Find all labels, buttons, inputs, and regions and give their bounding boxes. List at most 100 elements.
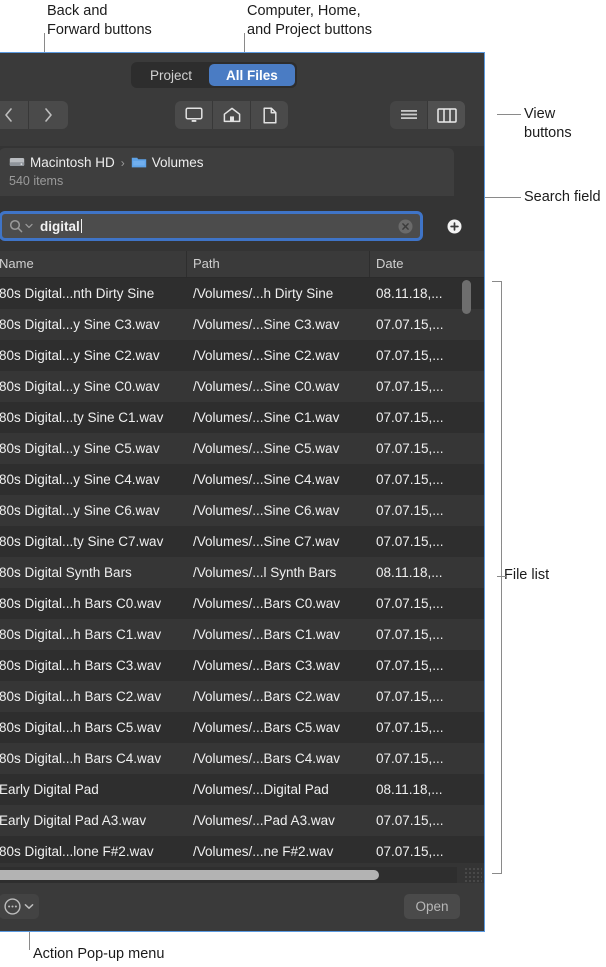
table-row[interactable]: Early Digital Pad/Volumes/...Digital Pad… xyxy=(0,774,484,805)
table-row[interactable]: Early Digital Pad A3.wav/Volumes/...Pad … xyxy=(0,805,484,836)
table-row[interactable]: 80s Digital...y Sine C6.wav/Volumes/...S… xyxy=(0,495,484,526)
forward-button[interactable] xyxy=(28,101,68,129)
horizontal-scrollbar[interactable] xyxy=(0,867,457,883)
cell-date: 07.07.15,... xyxy=(376,689,444,704)
project-button[interactable] xyxy=(250,101,288,129)
cell-name: 80s Digital...h Bars C2.wav xyxy=(0,689,162,704)
table-row[interactable]: 80s Digital...y Sine C5.wav/Volumes/...S… xyxy=(0,433,484,464)
table-row[interactable]: 80s Digital...y Sine C3.wav/Volumes/...S… xyxy=(0,309,484,340)
vertical-scrollbar-thumb[interactable] xyxy=(462,280,471,314)
horizontal-scrollbar-thumb[interactable] xyxy=(0,870,379,880)
column-header-name[interactable]: Name xyxy=(0,256,34,271)
cell-path: /Volumes/...l Synth Bars xyxy=(193,565,337,580)
item-count-label: 540 items xyxy=(9,174,64,188)
table-row[interactable]: 80s Digital...h Bars C4.wav/Volumes/...B… xyxy=(0,743,484,774)
action-popup-menu[interactable] xyxy=(0,894,39,919)
table-row[interactable]: 80s Digital...h Bars C5.wav/Volumes/...B… xyxy=(0,712,484,743)
table-row[interactable]: 80s Digital...ty Sine C1.wav/Volumes/...… xyxy=(0,402,484,433)
cell-name: 80s Digital...h Bars C4.wav xyxy=(0,751,162,766)
home-icon xyxy=(223,107,241,123)
cell-date: 07.07.15,... xyxy=(376,627,444,642)
search-icon xyxy=(9,219,23,233)
chevron-right-icon xyxy=(44,108,53,122)
table-row[interactable]: 80s Digital...h Bars C3.wav/Volumes/...B… xyxy=(0,650,484,681)
cell-date: 07.07.15,... xyxy=(376,813,444,828)
cell-path: /Volumes/...Bars C2.wav xyxy=(193,689,341,704)
search-row: digital xyxy=(0,208,484,248)
add-criterion-button[interactable] xyxy=(447,219,462,234)
callout-file-list: File list xyxy=(504,567,550,583)
table-row[interactable]: 80s Digital...h Bars C2.wav/Volumes/...B… xyxy=(0,681,484,712)
cell-path: /Volumes/...h Dirty Sine xyxy=(193,286,334,301)
table-row[interactable]: 80s Digital...y Sine C2.wav/Volumes/...S… xyxy=(0,340,484,371)
cell-path: /Volumes/...Bars C0.wav xyxy=(193,596,341,611)
clear-icon[interactable] xyxy=(398,219,413,234)
nav-button-group xyxy=(0,101,68,129)
cell-path: /Volumes/...Bars C1.wav xyxy=(193,627,341,642)
leader-line-file-list xyxy=(497,576,506,577)
chevron-down-icon[interactable] xyxy=(25,223,33,229)
computer-button[interactable] xyxy=(175,101,212,129)
callout-search-field: Search field xyxy=(524,189,601,205)
back-button[interactable] xyxy=(0,101,28,129)
file-list[interactable]: 80s Digital...nth Dirty Sine/Volumes/...… xyxy=(0,278,484,863)
computer-icon xyxy=(184,107,203,123)
table-row[interactable]: 80s Digital...ty Sine C7.wav/Volumes/...… xyxy=(0,526,484,557)
column-divider[interactable] xyxy=(186,251,187,277)
home-button[interactable] xyxy=(212,101,250,129)
cell-path: /Volumes/...Digital Pad xyxy=(193,782,329,797)
column-header-date[interactable]: Date xyxy=(376,256,403,271)
open-button[interactable]: Open xyxy=(404,894,460,919)
cell-path: /Volumes/...Pad A3.wav xyxy=(193,813,335,828)
cell-name: 80s Digital...y Sine C2.wav xyxy=(0,348,160,363)
table-row[interactable]: 80s Digital...lone F#2.wav/Volumes/...ne… xyxy=(0,836,484,863)
cell-path: /Volumes/...Sine C7.wav xyxy=(193,534,340,549)
cell-path: /Volumes/...Sine C0.wav xyxy=(193,379,340,394)
hard-drive-icon xyxy=(9,156,25,169)
plus-circle-icon xyxy=(447,219,462,234)
leader-line-search-field xyxy=(497,197,521,198)
tab-all-files[interactable]: All Files xyxy=(209,64,295,86)
table-row[interactable]: 80s Digital...h Bars C0.wav/Volumes/...B… xyxy=(0,588,484,619)
tab-project[interactable]: Project xyxy=(133,64,209,86)
table-header: Name Path Date xyxy=(0,251,484,278)
dialog-footer: Open xyxy=(0,883,484,931)
callout-view-buttons: View buttons xyxy=(524,106,572,141)
table-row[interactable]: 80s Digital...h Bars C1.wav/Volumes/...B… xyxy=(0,619,484,650)
cell-date: 07.07.15,... xyxy=(376,596,444,611)
column-header-path[interactable]: Path xyxy=(193,256,220,271)
cell-name: Early Digital Pad A3.wav xyxy=(0,813,147,828)
cell-date: 07.07.15,... xyxy=(376,317,444,332)
list-view-icon xyxy=(400,109,418,121)
column-view-button[interactable] xyxy=(427,101,465,129)
resize-grip[interactable] xyxy=(464,867,482,883)
path-bar: Macintosh HD › Volumes 540 items xyxy=(0,148,454,196)
search-input-value[interactable]: digital xyxy=(40,219,80,234)
column-divider[interactable] xyxy=(369,251,370,277)
cell-name: Early Digital Pad xyxy=(0,782,99,797)
breadcrumb: Macintosh HD › Volumes xyxy=(0,148,454,170)
breadcrumb-item-macintosh-hd[interactable]: Macintosh HD xyxy=(30,155,115,170)
cell-name: 80s Digital...y Sine C3.wav xyxy=(0,317,160,332)
cell-path: /Volumes/...Sine C5.wav xyxy=(193,441,340,456)
cell-date: 07.07.15,... xyxy=(376,472,444,487)
table-row[interactable]: 80s Digital...nth Dirty Sine/Volumes/...… xyxy=(0,278,484,309)
list-view-button[interactable] xyxy=(390,101,427,129)
vertical-scrollbar[interactable] xyxy=(460,278,473,863)
cell-name: 80s Digital...ty Sine C7.wav xyxy=(0,534,164,549)
cell-name: 80s Digital...y Sine C4.wav xyxy=(0,472,160,487)
cell-name: 80s Digital...y Sine C0.wav xyxy=(0,379,160,394)
toolbar: Project All Files xyxy=(0,53,484,146)
table-row[interactable]: 80s Digital...y Sine C4.wav/Volumes/...S… xyxy=(0,464,484,495)
cell-path: /Volumes/...Sine C2.wav xyxy=(193,348,340,363)
cell-date: 07.07.15,... xyxy=(376,844,444,859)
bracket-file-list xyxy=(492,281,502,874)
search-field[interactable]: digital xyxy=(0,211,423,241)
folder-icon xyxy=(131,156,147,169)
table-row[interactable]: 80s Digital...y Sine C0.wav/Volumes/...S… xyxy=(0,371,484,402)
table-row[interactable]: 80s Digital Synth Bars/Volumes/...l Synt… xyxy=(0,557,484,588)
cell-date: 07.07.15,... xyxy=(376,410,444,425)
view-button-group xyxy=(390,101,465,129)
cell-path: /Volumes/...Sine C3.wav xyxy=(193,317,340,332)
breadcrumb-item-volumes[interactable]: Volumes xyxy=(152,155,204,170)
